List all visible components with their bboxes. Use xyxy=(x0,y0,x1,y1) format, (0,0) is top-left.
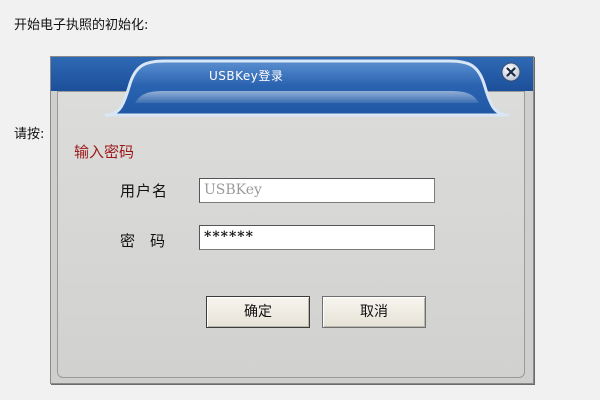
username-input[interactable]: USBKey xyxy=(199,178,435,203)
background-prompt-text: 请按: xyxy=(14,127,45,142)
username-label: 用户名 xyxy=(120,182,169,200)
password-label: 密码 xyxy=(120,232,181,250)
close-button[interactable] xyxy=(501,62,521,82)
cancel-button[interactable]: 取消 xyxy=(322,296,426,328)
title-tab-shape xyxy=(105,59,509,117)
background-intro-text: 开始电子执照的初始化: xyxy=(14,18,149,33)
dialog-title-bar[interactable]: USBKey登录 xyxy=(105,57,509,119)
enter-password-heading: 输入密码 xyxy=(74,143,135,161)
dialog-title: USBKey登录 xyxy=(209,69,284,83)
password-input[interactable]: ****** xyxy=(199,225,435,250)
ok-button[interactable]: 确定 xyxy=(206,296,310,328)
usbkey-login-dialog: USBKey登录 xyxy=(50,56,534,384)
close-icon xyxy=(501,62,521,82)
